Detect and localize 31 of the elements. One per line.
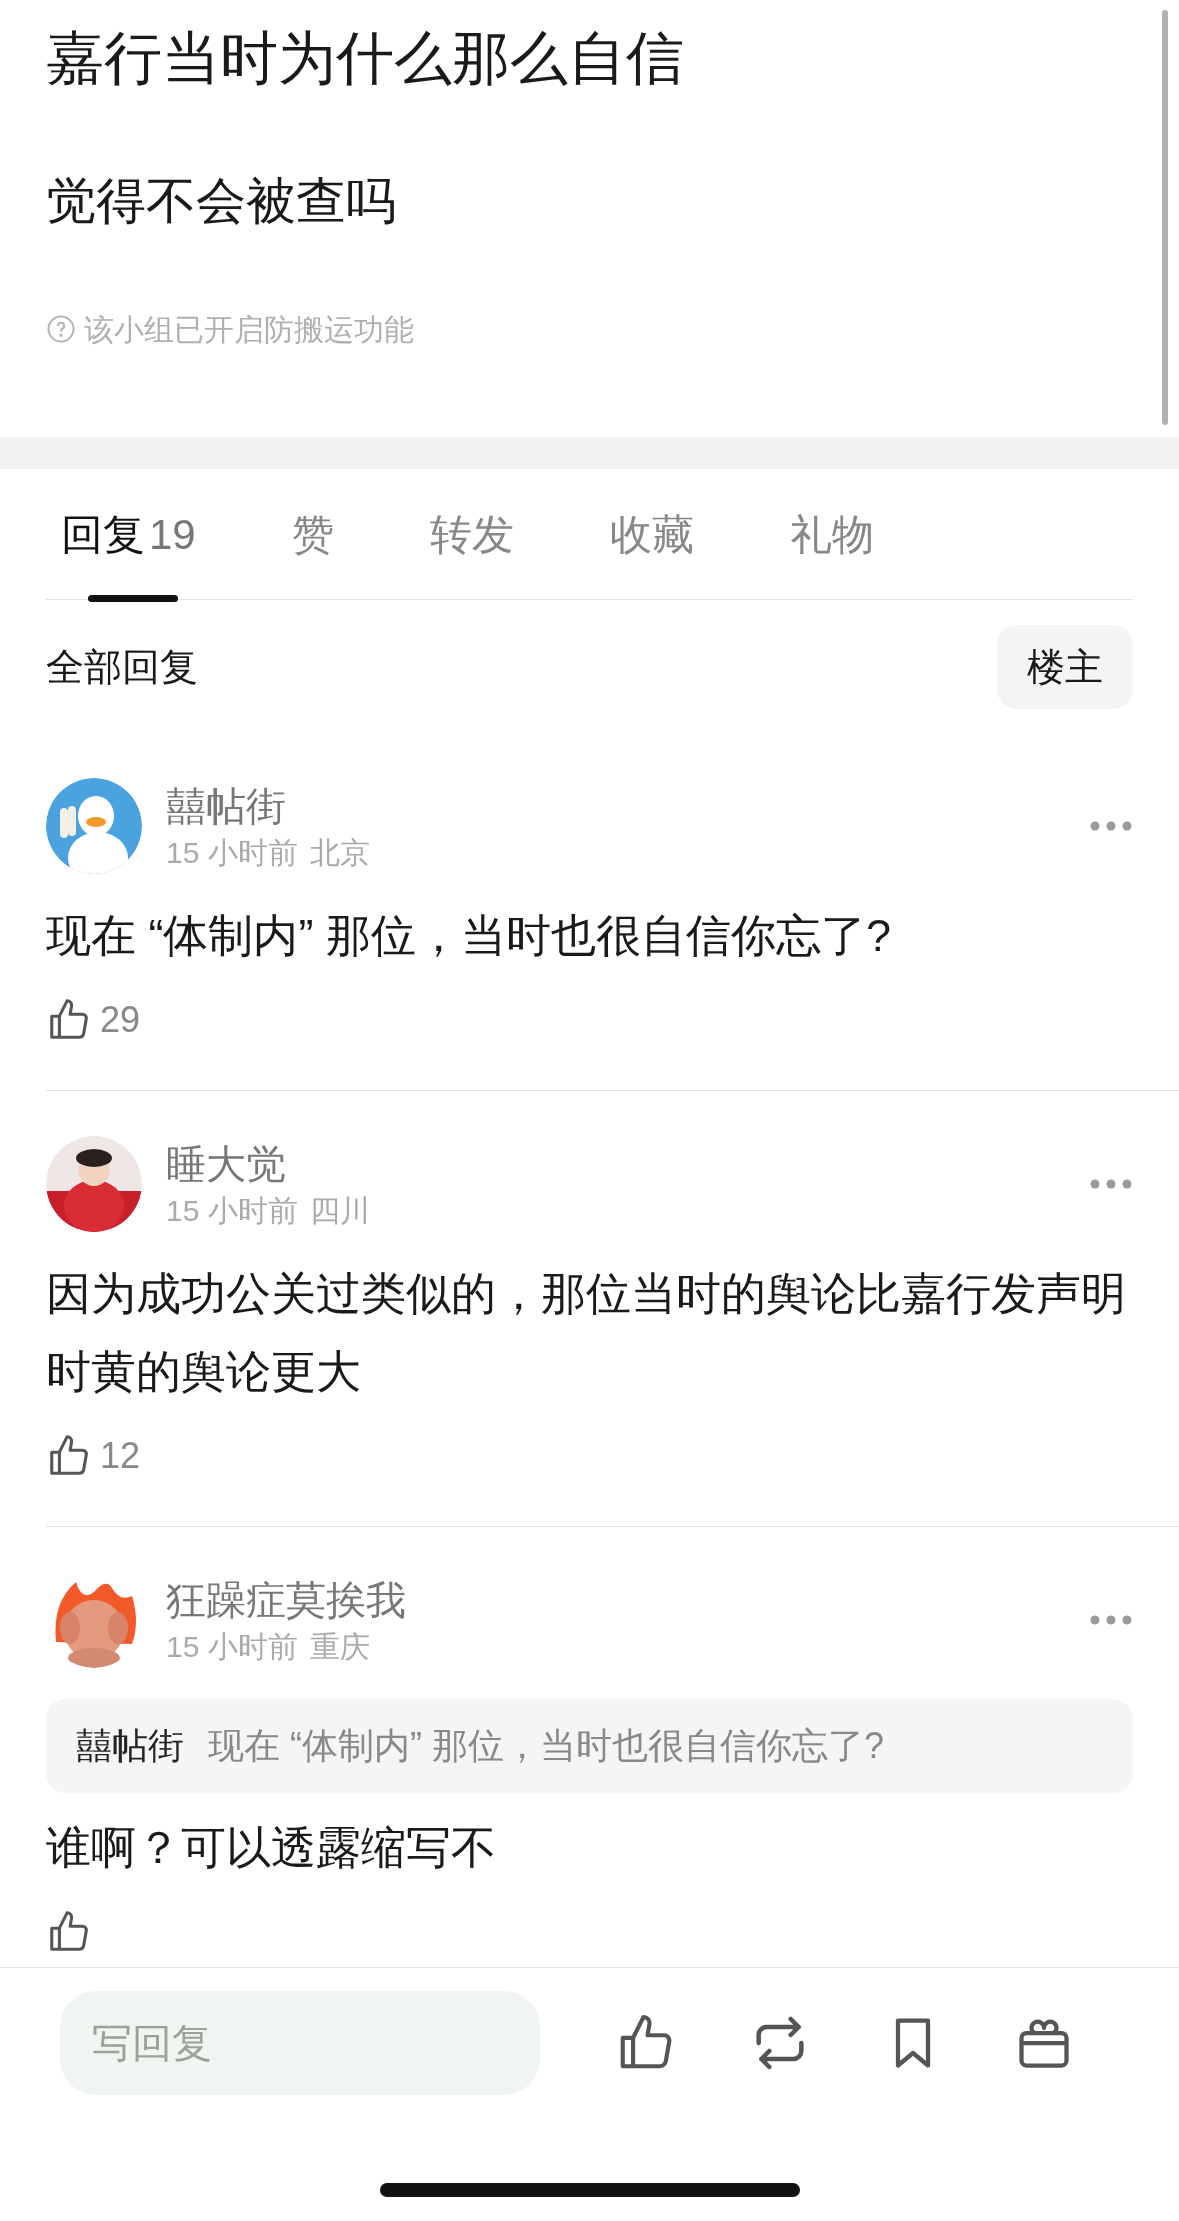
comment-time: 15 小时前 — [166, 1193, 298, 1229]
reply-input[interactable]: 写回复 — [60, 1991, 540, 2095]
comment-location: 四川 — [309, 1193, 370, 1229]
help-icon — [46, 314, 76, 344]
tab[interactable]: 回复 19 — [46, 469, 196, 599]
quote-author: 囍帖街 — [76, 1724, 184, 1768]
comment-text: 现在 “体制内” 那位，当时也很自信你忘了? — [46, 909, 892, 963]
like-count: 29 — [100, 998, 141, 1042]
comment-time: 15 小时前 — [166, 835, 298, 871]
more-icon[interactable] — [1089, 1614, 1133, 1626]
like-count: 12 — [100, 1434, 141, 1478]
author-name[interactable]: 囍帖街 — [166, 779, 1089, 833]
author-name[interactable]: 睡大觉 — [166, 1137, 1089, 1191]
more-icon[interactable] — [1089, 1178, 1133, 1190]
comment-text: 因为成功公关过类似的，那位当时的舆论比嘉行发声明时黄的舆论更大 — [46, 1267, 1127, 1399]
author-name[interactable]: 狂躁症莫挨我 — [166, 1573, 1089, 1627]
post-title: 嘉行当时为什么那么自信 — [46, 24, 685, 92]
tab[interactable]: 转发 — [429, 469, 514, 599]
comment-time: 15 小时前 — [166, 1629, 298, 1665]
tab[interactable]: 礼物 — [789, 469, 874, 599]
comment-text: 谁啊？可以透露缩写不 — [46, 1821, 497, 1875]
tab[interactable]: 收藏 — [609, 469, 694, 599]
comment-location: 重庆 — [309, 1629, 370, 1665]
filter-label: 全部回复 — [46, 644, 198, 690]
post-body: 觉得不会被查吗 — [46, 172, 397, 231]
owner-filter-button[interactable]: 楼主 — [997, 625, 1133, 709]
notice-text: 该小组已开启防搬运功能 — [84, 311, 414, 348]
quote-text: 现在 “体制内” 那位，当时也很自信你忘了? — [208, 1724, 884, 1768]
comment-location: 北京 — [309, 835, 370, 871]
more-icon[interactable] — [1089, 820, 1133, 832]
tab[interactable]: 赞 — [291, 469, 334, 599]
